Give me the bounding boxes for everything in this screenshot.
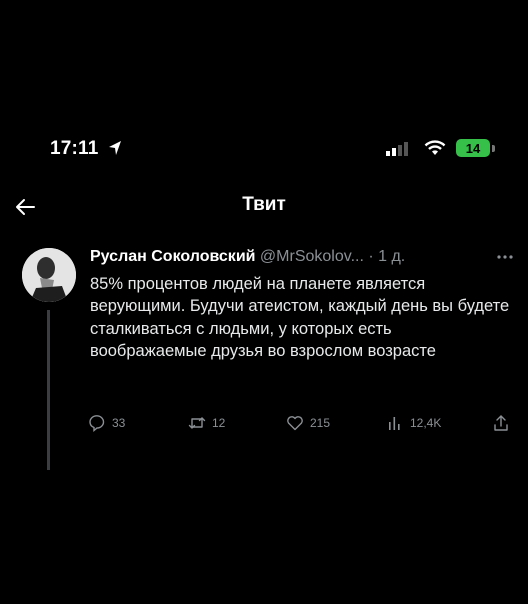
views-button[interactable]: 12,4K [386,414,441,432]
views-chart-icon [389,417,400,430]
status-time: 17:11 [50,138,99,159]
wifi-icon [424,140,446,155]
tweet-text: 85% процентов людей на планете является … [90,275,510,360]
page-title: Твит [242,194,286,215]
cellular-signal-icon [386,142,408,156]
thread-line [47,310,50,470]
battery-tip [492,145,495,152]
reply-count: 33 [112,416,126,430]
like-count: 215 [310,416,331,430]
reply-icon [89,415,105,432]
nav-bar: Твит [0,186,528,226]
retweet-button[interactable]: 12 [188,414,225,432]
share-icon [494,415,508,431]
location-arrow-icon [109,141,121,155]
avatar-photo [22,248,76,302]
like-button[interactable]: 215 [286,414,330,432]
tweet-actions: 33 12 215 12,4K [88,414,518,436]
reply-button[interactable]: 33 [88,414,125,432]
battery-level: 14 [465,140,481,156]
retweet-count: 12 [212,416,226,430]
view-count: 12,4K [410,416,442,430]
more-icon[interactable] [496,254,514,260]
author-handle-time[interactable]: @MrSokolov... · 1 д. [255,248,405,265]
avatar[interactable] [22,248,76,302]
status-bar: 17:11 14 [0,136,528,162]
heart-icon [287,416,303,431]
author-name[interactable]: Руслан Соколовский [90,248,255,265]
battery-icon: 14 [456,139,490,157]
tweet-header: Руслан Соколовский @MrSokolov... · 1 д. [90,248,520,266]
share-button[interactable] [492,414,516,432]
retweet-icon [188,417,206,429]
